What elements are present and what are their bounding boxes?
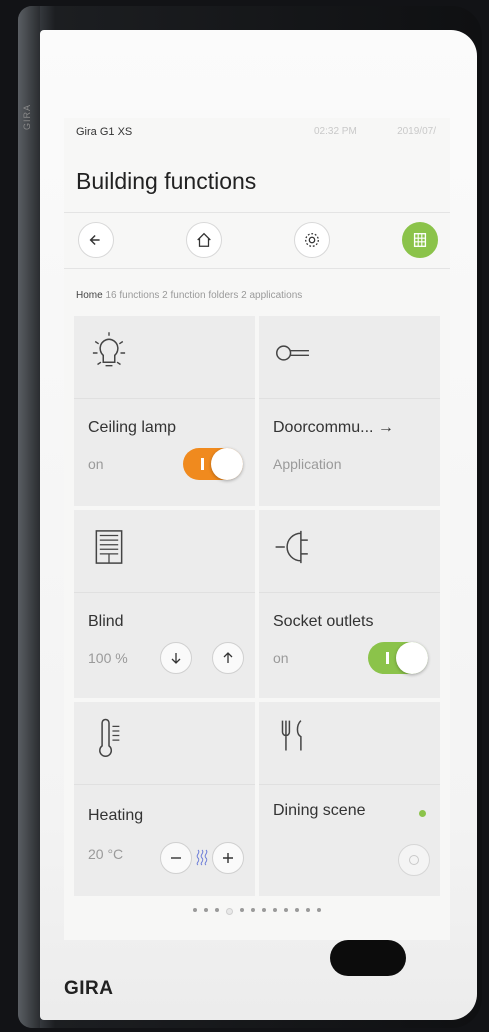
tile-separator (259, 784, 440, 785)
page-indicator (64, 908, 450, 918)
page-dot[interactable] (204, 908, 208, 912)
page-title: Building functions (76, 168, 257, 194)
home-button[interactable] (186, 222, 222, 258)
page-dot-active[interactable] (226, 908, 233, 915)
blind-down-button[interactable] (160, 642, 192, 674)
device-name: Gira G1 XS (76, 126, 133, 138)
tile-status: 20 °C (88, 846, 124, 862)
tile-name: Socket outlets (273, 613, 374, 630)
thermometer-icon (86, 716, 132, 762)
status-indicator (419, 810, 426, 817)
title-divider (64, 212, 450, 213)
heating-plus-button[interactable] (212, 842, 244, 874)
arrow-up-icon (223, 652, 233, 663)
page-dot[interactable] (193, 908, 197, 912)
lightbulb-icon (86, 330, 132, 376)
tile-name: Doorcommu... → (273, 419, 394, 436)
tile-ceiling-lamp[interactable]: Ceiling lamp on (74, 316, 255, 506)
grid-icon (413, 233, 427, 247)
minus-icon (171, 857, 181, 859)
tile-separator (74, 398, 255, 399)
nav-divider (64, 268, 450, 269)
page-dot[interactable] (306, 908, 310, 912)
back-button[interactable] (78, 222, 114, 258)
status-bar: Gira G1 XS 02:32 PM 2019/07/ (76, 126, 440, 142)
tile-status: on (88, 456, 104, 472)
status-time: 02:32 PM (314, 126, 357, 137)
arrow-down-icon (171, 653, 181, 664)
socket-outlets-toggle[interactable] (368, 642, 428, 674)
tile-heating[interactable]: Heating 20 °C (74, 702, 255, 896)
blind-icon (86, 524, 132, 570)
tile-name: Dining scene (273, 802, 366, 819)
status-date: 2019/07/ (397, 126, 436, 137)
key-icon (271, 330, 317, 376)
proximity-sensor (330, 940, 406, 976)
breadcrumb-home[interactable]: Home (76, 290, 103, 301)
dining-scene-button[interactable] (398, 844, 430, 876)
device-side (18, 6, 40, 1028)
tile-status: on (273, 650, 289, 666)
heat-wave-icon (195, 848, 209, 866)
breadcrumb: Home 16 functions 2 function folders 2 a… (76, 290, 302, 301)
tile-separator (259, 592, 440, 593)
tile-blind[interactable]: Blind 100 % (74, 510, 255, 698)
page-dot[interactable] (262, 908, 266, 912)
page-dot[interactable] (295, 908, 299, 912)
breadcrumb-summary: 16 functions 2 function folders 2 applic… (105, 290, 303, 301)
page-dot[interactable] (240, 908, 244, 912)
page-dot[interactable] (273, 908, 277, 912)
overview-button[interactable] (402, 222, 438, 258)
brand-logo: GIRA (64, 978, 114, 999)
plug-icon (271, 524, 317, 570)
page-dot[interactable] (215, 908, 219, 912)
settings-button[interactable] (294, 222, 330, 258)
tile-separator (74, 784, 255, 785)
page-dot[interactable] (284, 908, 288, 912)
heating-minus-button[interactable] (160, 842, 192, 874)
touch-screen: Gira G1 XS 02:32 PM 2019/07/ Building fu… (64, 118, 450, 940)
tile-status: 100 % (88, 650, 128, 666)
tile-socket-outlets[interactable]: Socket outlets on (259, 510, 440, 698)
tile-name: Blind (88, 613, 124, 630)
page-dot[interactable] (251, 908, 255, 912)
side-brand: GIRA (22, 103, 32, 130)
plus-icon (223, 853, 233, 863)
tile-separator (259, 398, 440, 399)
tile-dining-scene[interactable]: Dining scene (259, 702, 440, 896)
ceiling-lamp-toggle[interactable] (183, 448, 243, 480)
page-dot[interactable] (317, 908, 321, 912)
function-grid: Ceiling lamp on Doorcommu... → Applicati… (74, 316, 440, 896)
gear-icon (305, 233, 319, 247)
tile-doorcommunication[interactable]: Doorcommu... → Application (259, 316, 440, 506)
cutlery-icon (271, 716, 317, 762)
blind-up-button[interactable] (212, 642, 244, 674)
tile-status: Application (273, 456, 342, 472)
tile-separator (74, 592, 255, 593)
arrow-left-icon (89, 234, 100, 246)
nav-bar (64, 216, 450, 268)
tile-name: Ceiling lamp (88, 419, 177, 436)
home-icon (197, 232, 211, 247)
tile-name: Heating (88, 807, 144, 824)
